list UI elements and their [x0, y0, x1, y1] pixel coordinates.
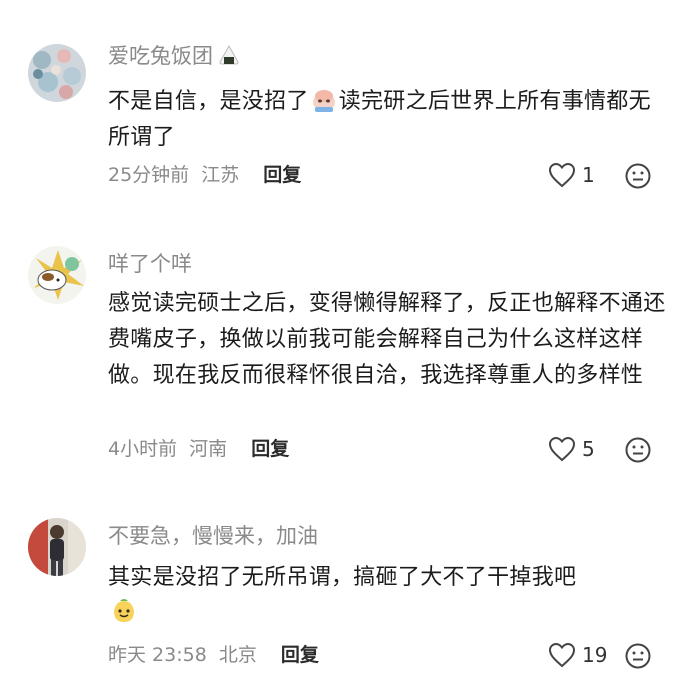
like-count: 1 [582, 163, 595, 187]
comment-item: 爱吃兔饭团 不是自信，是没招了 读完研之后世界上所有事情都无所谓了 25分钟前 江… [0, 0, 690, 200]
location: 北京 [218, 644, 257, 666]
like-button[interactable]: 1 [548, 162, 595, 188]
emoji-face-icon [625, 437, 651, 463]
heart-icon [548, 436, 576, 462]
reply-button[interactable]: 回复 [263, 164, 301, 186]
like-count: 5 [582, 437, 595, 461]
reaction-button[interactable] [624, 642, 652, 670]
comment-list: 爱吃兔饭团 不是自信，是没招了 读完研之后世界上所有事情都无所谓了 25分钟前 江… [0, 0, 690, 688]
comment-item: 不要急，慢慢来，加油 其实是没招了无所吊谓，搞砸了大不了干掉我吧 昨天 23:5… [0, 490, 690, 688]
comment-meta: 昨天 23:58 北京 回复 [108, 642, 325, 668]
username[interactable]: 不要急，慢慢来，加油 [108, 522, 318, 550]
timestamp: 昨天 23:58 [108, 644, 207, 666]
smile-face-icon [110, 597, 138, 625]
rice-ball-icon [217, 43, 241, 74]
location: 河南 [189, 438, 228, 460]
avatar[interactable] [28, 518, 86, 576]
reaction-button[interactable] [624, 436, 652, 464]
like-button[interactable]: 5 [548, 436, 595, 462]
timestamp: 4小时前 [108, 438, 178, 460]
like-button[interactable]: 19 [548, 642, 607, 668]
emoji-face-icon [625, 643, 651, 669]
like-count: 19 [582, 643, 608, 667]
avatar[interactable] [28, 246, 86, 304]
emoji-face-icon [625, 163, 651, 189]
reaction-button[interactable] [624, 162, 652, 190]
username[interactable]: 爱吃兔饭团 [108, 42, 241, 74]
comment-text: 感觉读完硕士之后，变得懒得解释了，反正也解释不通还费嘴皮子，换做以前我可能会解释… [108, 291, 666, 388]
comment-meta: 4小时前 河南 回复 [108, 436, 295, 462]
comment-text: 不是自信，是没招了 读完研之后世界上所有事情都无所谓了 [108, 87, 651, 150]
comment-item: 咩了个咩 感觉读完硕士之后，变得懒得解释了，反正也解释不通还费嘴皮子，换做以前我… [0, 200, 690, 490]
username[interactable]: 咩了个咩 [108, 250, 192, 278]
location: 江苏 [201, 164, 240, 186]
crying-face-icon [311, 87, 337, 113]
reply-button[interactable]: 回复 [251, 438, 289, 460]
heart-icon [548, 162, 576, 188]
heart-icon [548, 642, 576, 668]
timestamp: 25分钟前 [108, 164, 190, 186]
reply-button[interactable]: 回复 [281, 644, 319, 666]
comment-meta: 25分钟前 江苏 回复 [108, 162, 307, 188]
comment-text: 其实是没招了无所吊谓，搞砸了大不了干掉我吧 [108, 560, 668, 632]
avatar[interactable] [28, 44, 86, 102]
